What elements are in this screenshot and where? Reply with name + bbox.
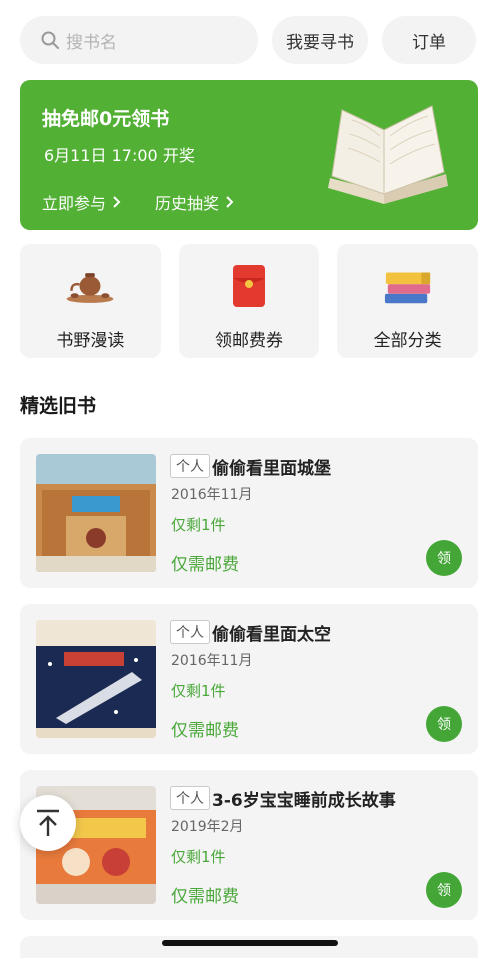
book-title: 偷偷看里面城堡 [212,459,331,479]
book-title: 3-6岁宝宝睡前成长故事 [212,791,396,811]
search-input[interactable]: 搜书名 [20,16,258,64]
stock-remaining: 仅剩1件 [171,516,226,534]
claim-button[interactable]: 领 [426,706,462,742]
fee-note: 仅需邮费 [171,721,239,741]
quick-entries: 书野漫读 领邮费券 全部分类 [20,244,479,358]
quick-item-reading[interactable]: 书野漫读 [20,244,161,358]
book-card[interactable]: 个人 偷偷看里面城堡 2016年11月 仅剩1件 仅需邮费 领 [20,438,478,588]
quick-item-label: 全部分类 [373,331,442,351]
claim-button[interactable]: 领 [426,872,462,908]
section-title: 精选旧书 [20,395,97,417]
source-tag: 个人 [170,620,210,644]
source-tag: 个人 [170,786,210,810]
book-card[interactable]: 个人 3-6岁宝宝睡前成长故事 2019年2月 仅剩1件 仅需邮费 领 [20,770,478,920]
book-stack-icon [384,272,430,304]
teapot-icon [66,273,114,303]
source-tag: 个人 [170,454,210,478]
chevron-right-icon [113,196,121,208]
search-placeholder: 搜书名 [66,32,117,53]
home-indicator [162,940,338,946]
back-to-top-button[interactable] [20,795,76,851]
orders-button[interactable]: 订单 [382,16,476,64]
lottery-banner[interactable]: 抽免邮0元领书 6月11日 17:00 开奖 立即参与 历史抽奖 [20,80,478,230]
banner-title: 抽免邮0元领书 [42,108,170,130]
join-lottery-label: 立即参与 [42,194,107,213]
claim-button[interactable]: 领 [426,540,462,576]
red-envelope-icon [233,265,265,307]
fee-note: 仅需邮费 [171,555,239,575]
quick-item-label: 领邮费券 [215,331,283,351]
chevron-right-icon [226,196,234,208]
publish-date: 2016年11月 [171,653,253,669]
book-cover-image [36,620,156,738]
search-icon [41,31,59,49]
open-book-illustration [328,105,448,204]
seek-book-button[interactable]: 我要寻书 [272,16,368,64]
top-bar: 搜书名 我要寻书 订单 [20,16,480,66]
publish-date: 2019年2月 [171,819,244,835]
publish-date: 2016年11月 [171,487,253,503]
book-cover-image [36,454,156,572]
banner-subtitle: 6月11日 17:00 开奖 [44,146,195,165]
stock-remaining: 仅剩1件 [171,682,226,700]
fee-note: 仅需邮费 [171,887,239,907]
stock-remaining: 仅剩1件 [171,848,226,866]
join-lottery-link[interactable]: 立即参与 [42,190,121,214]
quick-item-label: 书野漫读 [56,331,125,351]
lottery-history-link[interactable]: 历史抽奖 [155,190,234,214]
arrow-up-icon [37,809,59,836]
quick-item-coupon[interactable]: 领邮费券 [178,244,320,358]
lottery-history-label: 历史抽奖 [155,194,220,213]
book-card[interactable]: 个人 偷偷看里面太空 2016年11月 仅剩1件 仅需邮费 领 [20,604,478,754]
quick-item-categories[interactable]: 全部分类 [337,244,479,358]
book-title: 偷偷看里面太空 [212,625,331,645]
